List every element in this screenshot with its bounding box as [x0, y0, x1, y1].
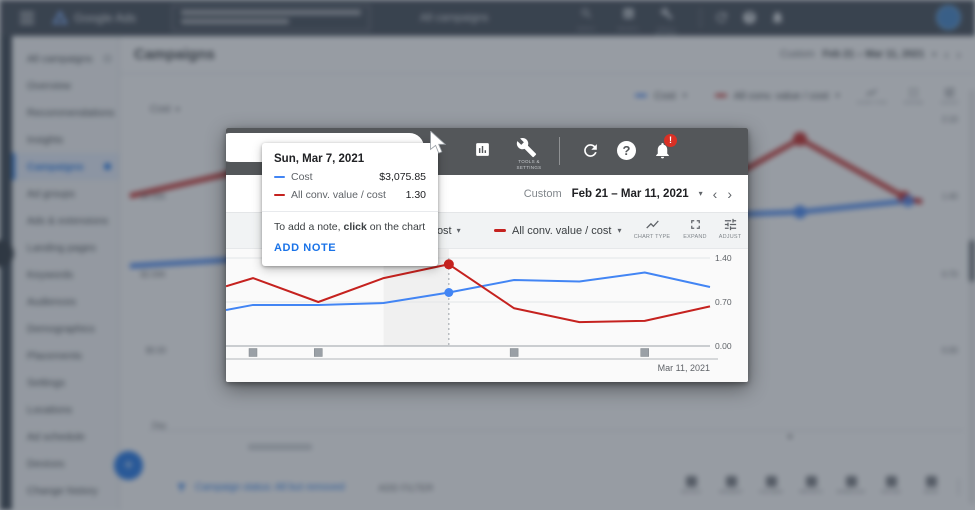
tooltip-row-cost: Cost $3,075.85 [274, 171, 426, 183]
adjust-button[interactable]: ADJUST [714, 217, 746, 240]
help-icon[interactable]: ? [617, 141, 636, 160]
svg-text:0.70: 0.70 [715, 297, 732, 307]
caret-down-icon: ▾ [457, 226, 461, 235]
svg-text:Mar 11, 2021: Mar 11, 2021 [658, 363, 710, 373]
expand-icon [688, 217, 703, 232]
reports-icon[interactable] [474, 141, 491, 158]
tooltip-hint: To add a note, click on the chart [274, 221, 426, 233]
metric2-dropdown[interactable]: All conv. value / cost ▾ [494, 213, 621, 248]
caret-down-icon: ▾ [699, 189, 703, 198]
tooltip-divider [262, 211, 438, 212]
conv-series-dash [274, 194, 285, 197]
date-range-picker[interactable]: Custom Feb 21 – Mar 11, 2021 ▾ ‹ › [524, 175, 732, 212]
chart-tooltip: Sun, Mar 7, 2021 Cost $3,075.85 All conv… [262, 143, 438, 266]
wrench-icon[interactable] [516, 137, 537, 158]
notification-badge: ! [664, 134, 677, 147]
chevron-right-icon[interactable]: › [727, 187, 732, 201]
svg-text:0.00: 0.00 [715, 341, 732, 351]
tools-settings-label: TOOLS &SETTINGS [506, 159, 552, 172]
toolbar-divider [559, 137, 560, 165]
refresh-icon[interactable] [581, 141, 600, 160]
conv-series-dash [494, 229, 506, 232]
expand-button[interactable]: EXPAND [678, 217, 712, 240]
cost-series-dash [274, 176, 285, 179]
screen: Google Ads All campaigns SEARCH REPORTS … [0, 0, 975, 510]
performance-chart[interactable]: 1.40 0.70 0.00 Mar 11, 2021 [226, 249, 748, 382]
chart-type-button[interactable]: CHART TYPE [629, 217, 675, 240]
tooltip-row-conv: All conv. value / cost 1.30 [274, 189, 426, 201]
svg-text:1.40: 1.40 [715, 253, 732, 263]
caret-down-icon: ▾ [617, 226, 621, 235]
adjust-icon [723, 217, 738, 232]
chart-type-icon [645, 217, 660, 232]
tooltip-date: Sun, Mar 7, 2021 [274, 153, 426, 165]
mouse-cursor-icon [430, 131, 448, 160]
add-note-button[interactable]: ADD NOTE [274, 242, 426, 254]
chevron-left-icon[interactable]: ‹ [713, 187, 718, 201]
snippet-chart-area[interactable]: 1.40 0.70 0.00 Mar 11, 2021 [226, 249, 748, 382]
tutorial-snippet: TOOLS &SETTINGS ? ! Custom Feb 21 – Mar … [226, 128, 748, 382]
